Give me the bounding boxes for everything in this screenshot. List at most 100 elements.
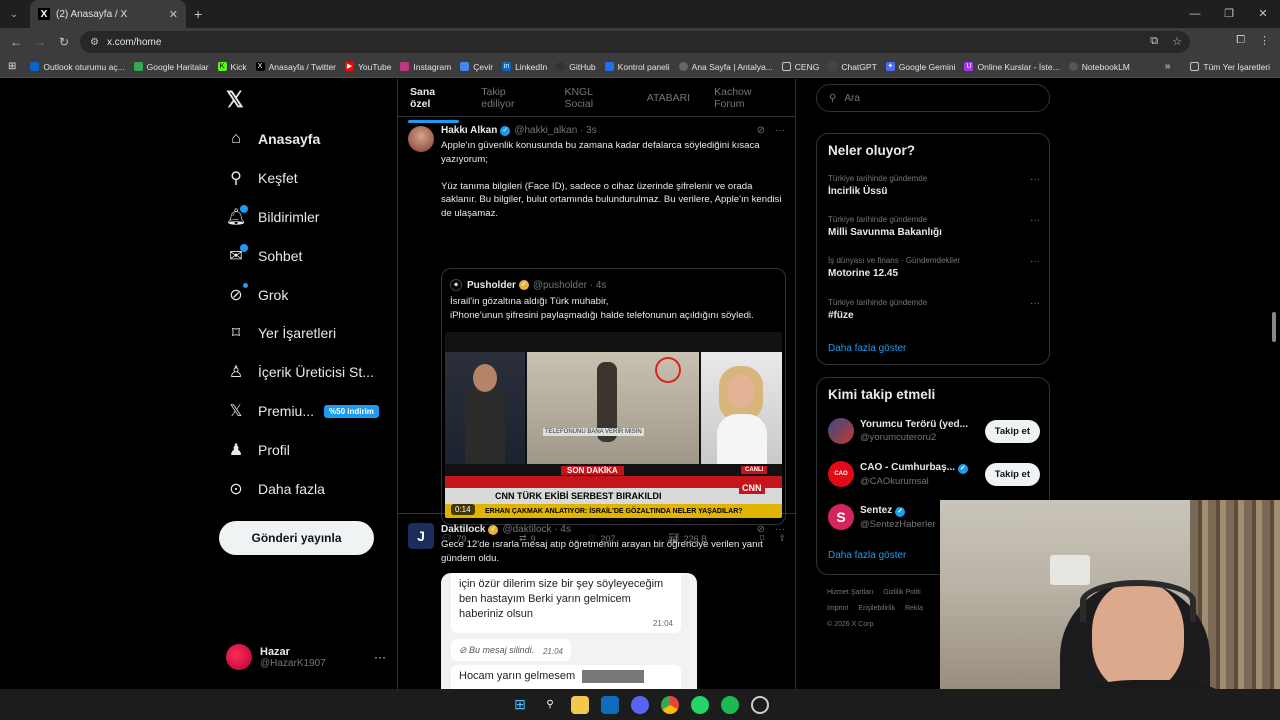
follow-suggestion[interactable]: Yorumcu Terörü (yed... @yorumcuteroru2 T… <box>828 418 1040 444</box>
more-options-icon[interactable]: ··· <box>1030 174 1040 185</box>
install-app-icon[interactable]: ⧉ <box>1150 35 1158 48</box>
tab-following[interactable]: Takip ediliyor <box>469 86 552 110</box>
outlook-icon[interactable] <box>601 695 619 714</box>
site-info-icon[interactable]: ⚙ <box>90 37 99 48</box>
grok-icon[interactable]: ⊘ <box>757 524 765 535</box>
bookmark-item[interactable]: ✦ Google Gemini <box>885 62 955 72</box>
author-name[interactable]: Daktilock <box>441 524 485 535</box>
trend-item[interactable]: Türkiye tarihinde gündemde Milli Savunma… <box>828 215 1040 238</box>
app-icon[interactable] <box>751 695 769 714</box>
tab-list[interactable]: KNGL Social <box>552 86 634 110</box>
nav-profile[interactable]: ♟ Profil <box>226 440 290 460</box>
restore-icon[interactable]: ❐ <box>1212 0 1246 28</box>
back-icon[interactable]: ← <box>4 35 28 49</box>
author-name[interactable]: Hakkı Alkan <box>441 125 497 136</box>
tweet[interactable]: Hakkı Alkan ✓ @hakki_alkan · 3s ⊘ ··· Ap… <box>398 118 797 544</box>
close-window-icon[interactable]: ✕ <box>1246 0 1280 28</box>
bookmark-item[interactable]: CENG <box>781 62 819 72</box>
nav-chat[interactable]: ✉ Sohbet <box>226 244 302 266</box>
grok-icon[interactable]: ⊘ <box>757 125 765 136</box>
more-options-icon[interactable]: ··· <box>1030 215 1040 226</box>
tab-list[interactable]: ATABARI <box>635 92 702 104</box>
more-options-icon[interactable]: ··· <box>775 524 785 535</box>
spotify-icon[interactable] <box>721 695 739 714</box>
tab-close-icon[interactable]: ✕ <box>169 8 178 21</box>
bookmark-item[interactable]: U Online Kurslar - İste... <box>964 62 1060 72</box>
browser-menu-icon[interactable]: ⋮ <box>1259 34 1270 47</box>
x-logo-icon[interactable]: 𝕏 <box>226 87 244 113</box>
trend-item[interactable]: Türkiye tarihinde gündemde #füze ··· <box>828 298 1040 321</box>
bookmark-item[interactable]: Google Haritalar <box>133 62 209 72</box>
trend-item[interactable]: Türkiye tarihinde gündemde İncirlik Üssü… <box>828 174 1040 197</box>
url-bar[interactable]: ⚙ x.com/home ⧉ ☆ <box>80 31 1190 53</box>
page-scrollbar[interactable] <box>1272 312 1276 342</box>
nav-more[interactable]: ⊙ Daha fazla <box>226 479 325 499</box>
footer-link[interactable]: Rekla <box>905 605 923 612</box>
bookmark-item[interactable]: Outlook oturumu aç... <box>30 62 125 72</box>
suggestion-handle: @SentezHaberler <box>860 518 936 530</box>
footer-link[interactable]: Imprint <box>827 605 848 612</box>
bookmark-item[interactable]: Kontrol paneli <box>604 62 670 72</box>
browser-tab[interactable]: X (2) Anasayfa / X ✕ <box>30 0 186 28</box>
bookmark-item[interactable]: in LinkedIn <box>502 62 547 72</box>
chat-screenshot[interactable]: için özür dilerim size bir şey söyleyece… <box>441 573 697 689</box>
avatar[interactable] <box>408 126 434 152</box>
post-button[interactable]: Gönderi yayınla <box>219 521 374 555</box>
bookmark-item[interactable]: Ana Sayfa | Antalya... <box>678 62 773 72</box>
show-more-trends-link[interactable]: Daha fazla göster <box>828 343 906 354</box>
forward-icon[interactable]: → <box>28 35 52 49</box>
bookmark-item[interactable]: NotebookLM <box>1068 62 1130 72</box>
nav-explore[interactable]: ⚲ Keşfet <box>226 168 298 188</box>
nav-home[interactable]: ⌂ Anasayfa <box>226 129 320 149</box>
search-input[interactable]: ⚲ Ara <box>816 84 1050 112</box>
more-options-icon[interactable]: ··· <box>775 125 785 136</box>
follow-button[interactable]: Takip et <box>984 419 1040 443</box>
show-more-who-link[interactable]: Daha fazla göster <box>828 550 906 561</box>
nav-bookmarks[interactable]: ⌑ Yer İşaretleri <box>226 323 336 343</box>
footer-link[interactable]: Erişilebilirlik <box>858 605 895 612</box>
windows-start-icon[interactable]: ⊞ <box>511 696 529 714</box>
bookmark-item[interactable]: K Kick <box>217 62 247 72</box>
apps-icon[interactable]: ⊞ <box>8 61 16 72</box>
account-switcher[interactable]: Hazar @HazarK1907 ··· <box>226 644 386 670</box>
tab-list[interactable]: Kachow Forum <box>702 86 795 110</box>
footer-link[interactable]: Hizmet Şartları <box>827 589 873 596</box>
bookmark-item[interactable]: GitHub <box>556 62 596 72</box>
more-bookmarks-icon[interactable]: » <box>1165 61 1171 72</box>
bookmark-item[interactable]: ▶ YouTube <box>345 62 391 72</box>
reload-icon[interactable]: ↻ <box>52 35 76 49</box>
more-options-icon[interactable]: ··· <box>1030 298 1040 309</box>
bookmark-item[interactable]: X Anasayfa / Twitter <box>255 62 336 72</box>
tweet[interactable]: J Daktilock ✓ @daktilock · 4s ⊘ ··· Gece… <box>398 515 797 689</box>
whatsapp-icon[interactable] <box>691 695 709 714</box>
nav-notifications[interactable]: 🔔︎ Bildirimler <box>226 205 319 227</box>
tab-search-icon[interactable]: ⌄ <box>4 4 24 24</box>
nav-grok[interactable]: ⊘ Grok <box>226 283 288 305</box>
nav-creator-studio[interactable]: ♙ İçerik Üreticisi St... <box>226 362 374 382</box>
chrome-icon[interactable] <box>661 695 679 714</box>
file-explorer-icon[interactable] <box>571 695 589 714</box>
video-player[interactable]: TELEFONUNU BANA VERİR MİSİN SON DAKİKA C… <box>445 332 782 518</box>
bookmark-star-icon[interactable]: ☆ <box>1172 35 1182 48</box>
more-options-icon[interactable]: ··· <box>374 650 386 664</box>
extensions-icon[interactable]: ⧠ <box>1236 34 1245 47</box>
trend-item[interactable]: İş dünyası ve finans · Gündemdekiler Mot… <box>828 256 1040 279</box>
more-options-icon[interactable]: ··· <box>1030 256 1040 267</box>
discord-icon[interactable] <box>631 695 649 714</box>
all-bookmarks-button[interactable]: Tüm Yer İşaretleri <box>1190 62 1270 72</box>
quoted-tweet[interactable]: ✷ Pusholder ✓ @pusholder · 4s İsrail'in … <box>441 268 786 525</box>
tab-for-you[interactable]: Sana özel <box>398 86 469 123</box>
bookmark-item[interactable]: Çevir <box>460 62 493 72</box>
daktilock-avatar-icon[interactable]: J <box>408 523 434 549</box>
new-tab-icon[interactable]: + <box>194 6 202 22</box>
follow-suggestion[interactable]: CAO CAO - Cumhurbaş... ✓ @CAOkurumsal Ta… <box>828 461 1040 487</box>
trend-name: Milli Savunma Bakanlığı <box>828 227 942 238</box>
follow-button[interactable]: Takip et <box>984 462 1040 486</box>
nav-premium[interactable]: 𝕏 Premiu... %50 indirim <box>226 401 379 421</box>
search-icon[interactable]: ⚲ <box>541 696 559 714</box>
bookmark-item[interactable]: ChatGPT <box>828 62 877 72</box>
minimize-icon[interactable]: — <box>1178 0 1212 28</box>
url-text: x.com/home <box>106 36 162 48</box>
bookmark-item[interactable]: Instagram <box>400 62 451 72</box>
footer-link[interactable]: Gizlilik Politi <box>883 589 920 596</box>
